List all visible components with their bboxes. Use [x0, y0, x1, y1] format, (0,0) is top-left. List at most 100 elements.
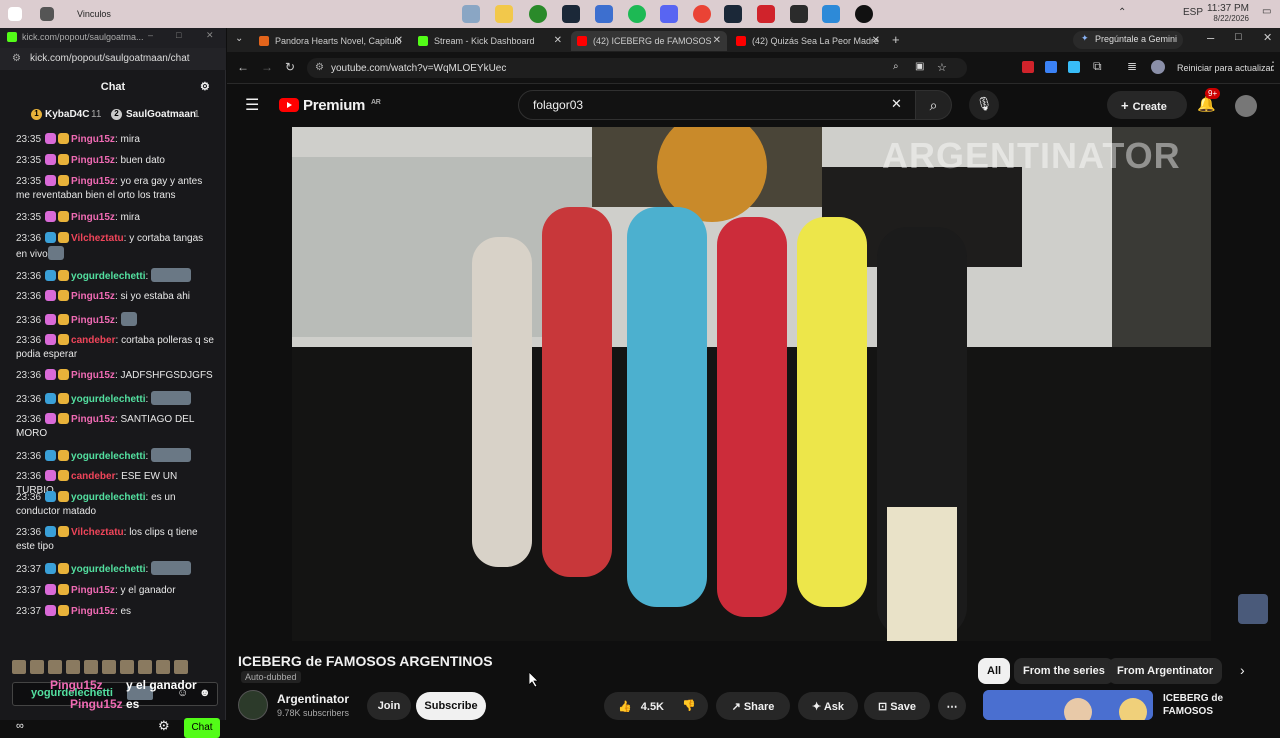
share-button[interactable]: ↗ Share — [716, 692, 790, 720]
app-dark-icon[interactable] — [790, 5, 808, 23]
recommended-video-title[interactable]: ICEBERG de FAMOSOS — [1163, 692, 1263, 718]
browser-tab[interactable]: Stream - Kick Dashboard ✕ — [412, 31, 568, 51]
tab-close-icon[interactable]: ✕ — [872, 35, 880, 46]
emote-icon[interactable] — [174, 660, 188, 674]
app-red-icon[interactable] — [757, 5, 775, 23]
tab-close-icon[interactable]: ✕ — [395, 35, 403, 46]
chip-from-channel[interactable]: From Argentinator — [1108, 658, 1223, 684]
leader-name-1[interactable]: KybaD4C — [45, 109, 89, 120]
message-username[interactable]: yogurdelechetti — [71, 451, 145, 462]
recommended-video-thumbnail[interactable] — [983, 690, 1153, 720]
minimize-icon[interactable]: – — [148, 30, 153, 40]
message-username[interactable]: yogurdelechetti — [71, 394, 145, 405]
like-count[interactable]: 4.5K — [641, 701, 664, 713]
restart-to-update-button[interactable]: Reiniciar para actualizar — [1177, 63, 1274, 73]
create-button[interactable]: + Create — [1107, 91, 1187, 119]
emote-bar[interactable] — [12, 660, 208, 676]
subscribe-button[interactable]: Subscribe — [416, 692, 486, 720]
forward-icon[interactable]: → — [261, 60, 273, 74]
like-icon[interactable]: 👍 — [618, 701, 632, 713]
message-username[interactable]: Pingu15z — [71, 176, 115, 187]
browser-tab[interactable]: (42) ICEBERG de FAMOSOS ✕ — [571, 31, 727, 51]
message-username[interactable]: yogurdelechetti — [71, 271, 145, 282]
browser-tab[interactable]: (42) Quizás Sea La Peor Madre ✕ — [730, 31, 886, 51]
tab-close-icon[interactable]: ✕ — [554, 35, 562, 46]
spotify-icon[interactable] — [628, 5, 646, 23]
back-icon[interactable]: ← — [237, 60, 249, 74]
leader-name-2[interactable]: SaulGoatmaan — [126, 109, 196, 120]
bookmark-star-icon[interactable]: ☆ — [937, 61, 947, 74]
smiley-icon[interactable]: ☻ — [199, 687, 211, 699]
extensions-icon[interactable]: ⧉ — [1093, 59, 1102, 74]
windows-start-icon[interactable] — [8, 7, 22, 21]
tab-close-icon[interactable]: ✕ — [713, 35, 721, 46]
ask-button[interactable]: ✦ Ask — [798, 692, 858, 720]
popout-urlbar[interactable]: ⚙ kick.com/popout/saulgoatmaan/chat — [0, 48, 226, 70]
address-bar[interactable]: ⚙ youtube.com/watch?v=WqMLOEYkUec ☆ ▣ ⌕ — [307, 58, 967, 78]
notifications-icon[interactable]: ▭ — [1262, 6, 1271, 17]
close-icon[interactable]: ✕ — [206, 30, 214, 41]
link-icon[interactable]: ∞ — [16, 720, 24, 732]
browser-tab[interactable]: Pandora Hearts Novel, Capitulo ✕ — [253, 31, 409, 51]
task-view-icon[interactable] — [40, 7, 54, 21]
extension-icon-2[interactable] — [1045, 61, 1057, 73]
tab-search-icon[interactable]: ⌄ — [235, 33, 243, 44]
chip-all[interactable]: All — [978, 658, 1011, 684]
chips-next-icon[interactable]: › — [1240, 662, 1245, 678]
menu-kebab-icon[interactable]: ⋮ — [1267, 59, 1279, 73]
profile-avatar[interactable] — [1151, 60, 1165, 74]
emote-icon[interactable] — [48, 660, 62, 674]
discord-icon[interactable] — [660, 5, 678, 23]
clear-search-icon[interactable]: ✕ — [891, 96, 902, 112]
reading-list-icon[interactable]: ≣ — [1127, 59, 1137, 73]
emote-icon[interactable] — [66, 660, 80, 674]
join-button[interactable]: Join — [367, 692, 411, 720]
message-username[interactable]: Pingu15z — [71, 606, 115, 617]
channel-avatar[interactable] — [238, 690, 268, 720]
clock-time[interactable]: 11:37 PM — [1205, 3, 1249, 14]
message-username[interactable]: Pingu15z — [71, 414, 115, 425]
emote-icon[interactable] — [156, 660, 170, 674]
channel-name[interactable]: Argentinator — [277, 692, 349, 706]
emote-icon[interactable] — [30, 660, 44, 674]
message-username[interactable]: Pingu15z — [71, 315, 115, 326]
message-username[interactable]: Pingu15z — [71, 291, 115, 302]
emote-icon[interactable] — [12, 660, 26, 674]
tray-chevron-icon[interactable]: ⌃ — [1118, 7, 1126, 18]
dislike-icon[interactable]: 👎 — [682, 699, 696, 712]
window-close-icon[interactable]: ✕ — [1263, 31, 1272, 44]
message-username[interactable]: Vilcheztatu — [71, 233, 124, 244]
emote-icon[interactable] — [138, 660, 152, 674]
account-avatar[interactable] — [1235, 95, 1257, 117]
message-username[interactable]: yogurdelechetti — [71, 564, 145, 575]
maximize-icon[interactable]: □ — [176, 30, 181, 40]
site-info-icon[interactable]: ⚙ — [315, 62, 324, 73]
app-icon[interactable] — [595, 5, 613, 23]
chip-from-series[interactable]: From the series — [1014, 658, 1114, 684]
install-icon[interactable]: ▣ — [915, 61, 924, 72]
emote-icon[interactable] — [102, 660, 116, 674]
message-username[interactable]: yogurdelechetti — [71, 492, 145, 503]
extension-icon-3[interactable] — [1068, 61, 1080, 73]
search-input[interactable]: folagor03 ✕ — [518, 90, 916, 120]
app-blue-icon[interactable] — [822, 5, 840, 23]
emote-icon[interactable] — [84, 660, 98, 674]
gemini-button[interactable]: ✦ Pregúntale a Gemini — [1073, 31, 1183, 49]
channel-watermark-icon[interactable] — [1238, 594, 1268, 624]
xbox-icon[interactable] — [529, 5, 547, 23]
message-username[interactable]: Pingu15z — [71, 585, 115, 596]
youtube-logo[interactable]: Premium AR — [279, 97, 381, 114]
settings-gear-icon[interactable]: ⚙ — [158, 718, 170, 734]
clock-date[interactable]: 8/22/2026 — [1205, 14, 1249, 23]
chrome-icon[interactable] — [693, 5, 711, 23]
voice-search-button[interactable]: 🎙 — [969, 90, 999, 120]
reload-icon[interactable]: ↻ — [285, 60, 295, 74]
taskbar-app-label[interactable]: Vinculos — [77, 9, 111, 19]
files-icon[interactable] — [462, 5, 480, 23]
steam-icon-2[interactable] — [724, 5, 742, 23]
lang-indicator[interactable]: ESP — [1183, 7, 1203, 18]
message-username[interactable]: candeber — [71, 335, 115, 346]
message-username[interactable]: Vilcheztatu — [71, 527, 124, 538]
chat-settings-icon[interactable]: ⚙ — [200, 80, 210, 93]
search-button[interactable]: ⌕ — [916, 90, 952, 120]
